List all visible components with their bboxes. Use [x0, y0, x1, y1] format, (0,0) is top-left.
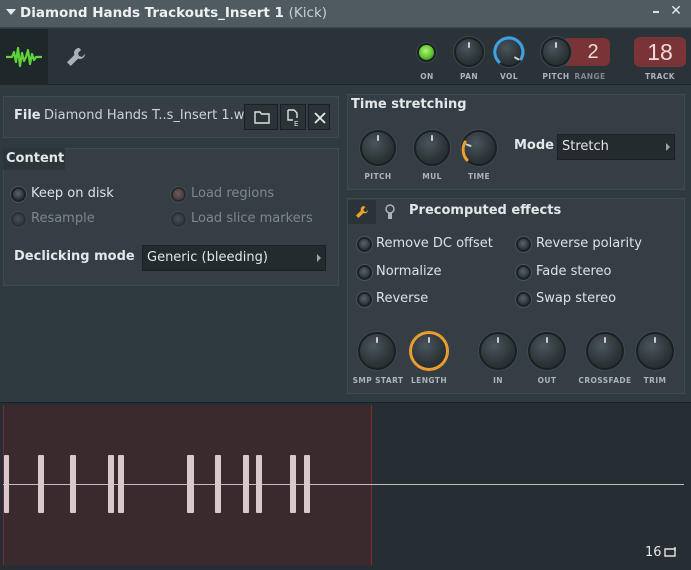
fade-stereo-radio[interactable] — [516, 265, 531, 280]
mode-dropdown[interactable]: Stretch — [557, 134, 675, 160]
crossfade-label: CROSSFADE — [578, 376, 632, 385]
pan-knob[interactable] — [454, 37, 484, 67]
smp-start-label: SMP START — [352, 376, 404, 385]
declicking-dropdown[interactable]: Generic (bleeding) — [142, 245, 326, 271]
fade-stereo-label: Fade stereo — [536, 264, 612, 279]
tools-tab[interactable] — [52, 29, 100, 85]
waveform-hit — [290, 455, 296, 513]
load-regions-radio[interactable] — [171, 187, 186, 202]
track-value[interactable]: 18 — [634, 37, 686, 67]
file-name: Diamond Hands T..s_Insert 1.wav — [44, 108, 244, 123]
vol-label: VOL — [499, 72, 519, 81]
window-title-subtitle: (Kick) — [288, 5, 328, 21]
keep-on-disk-label: Keep on disk — [31, 186, 114, 201]
content-header: Content — [6, 151, 65, 166]
out-label: OUT — [537, 376, 557, 385]
waveform-hit — [256, 455, 262, 513]
resample-label: Resample — [31, 211, 95, 226]
waveform-icon — [6, 46, 42, 68]
file-label: File — [14, 108, 41, 123]
sample-tab[interactable] — [0, 29, 48, 85]
keep-on-disk-radio[interactable] — [11, 187, 26, 202]
window-menu-arrow-icon[interactable] — [6, 9, 16, 15]
effects-tools-button[interactable] — [348, 200, 376, 224]
waveform-hit — [4, 455, 9, 513]
waveform-hit — [304, 455, 310, 513]
trim-label: TRIM — [643, 376, 667, 385]
stretch-pitch-label: PITCH — [364, 172, 392, 181]
swap-stereo-radio[interactable] — [516, 292, 531, 307]
precomputed-effects-header: Precomputed effects — [409, 203, 562, 218]
mul-knob[interactable] — [414, 130, 450, 166]
beats-count: 16 — [645, 545, 662, 560]
window-title: Diamond Hands Trackouts_Insert 1 (Kick) — [20, 5, 327, 21]
trim-knob[interactable] — [636, 332, 674, 370]
normalize-label: Normalize — [376, 264, 442, 279]
wrench-icon — [356, 206, 368, 218]
waveform-hit — [38, 455, 44, 513]
open-file-button[interactable] — [244, 104, 278, 130]
dropdown-arrow-icon — [666, 143, 670, 151]
load-slice-markers-radio[interactable] — [171, 212, 186, 227]
waveform-hit — [243, 455, 249, 513]
waveform-hit — [70, 455, 76, 513]
waveform-hit — [108, 455, 114, 513]
effects-plugin-icon[interactable] — [384, 203, 396, 221]
reverse-radio[interactable] — [357, 292, 372, 307]
browse-file-button[interactable]: E — [280, 104, 306, 130]
on-label: ON — [420, 72, 434, 81]
folder-icon — [254, 111, 270, 124]
swap-stereo-label: Swap stereo — [536, 291, 617, 306]
crossfade-knob[interactable] — [586, 332, 624, 370]
pan-label: PAN — [459, 72, 479, 81]
volume-knob[interactable] — [493, 36, 525, 67]
in-label: IN — [493, 376, 503, 385]
load-slice-markers-label: Load slice markers — [191, 211, 313, 226]
declicking-label: Declicking mode — [14, 249, 135, 264]
smp-start-knob[interactable] — [358, 332, 396, 370]
window-title-main: Diamond Hands Trackouts_Insert 1 — [20, 5, 284, 21]
pitch-label: PITCH — [542, 72, 570, 81]
remove-dc-offset-label: Remove DC offset — [376, 236, 493, 251]
pitch-knob[interactable] — [541, 37, 571, 67]
remove-dc-offset-radio[interactable] — [357, 237, 372, 252]
in-knob[interactable] — [479, 332, 517, 370]
bulb-icon — [385, 204, 395, 219]
length-knob[interactable] — [410, 332, 448, 370]
declicking-value: Generic (bleeding) — [147, 250, 268, 265]
waveform-hit — [118, 455, 124, 513]
loop-icon[interactable] — [663, 545, 679, 559]
time-label: TIME — [467, 172, 491, 181]
reverse-label: Reverse — [376, 291, 429, 306]
minimize-icon[interactable]: – — [649, 2, 663, 24]
mode-value: Stretch — [562, 139, 609, 154]
normalize-radio[interactable] — [357, 265, 372, 280]
reverse-polarity-radio[interactable] — [516, 237, 531, 252]
waveform-hit — [215, 455, 221, 513]
time-knob[interactable] — [461, 130, 497, 166]
resample-radio[interactable] — [11, 212, 26, 227]
load-regions-label: Load regions — [191, 186, 275, 201]
close-icon — [314, 112, 326, 124]
mode-label: Mode — [514, 138, 554, 153]
svg-text:E: E — [294, 120, 298, 127]
wrench-icon — [67, 48, 85, 66]
stretch-pitch-knob[interactable] — [360, 130, 396, 166]
waveform-hit — [187, 455, 194, 513]
channel-on-toggle[interactable] — [417, 43, 436, 62]
out-knob[interactable] — [528, 332, 566, 370]
file-browser-icon: E — [287, 109, 298, 127]
reverse-polarity-label: Reverse polarity — [536, 236, 642, 251]
dropdown-arrow-icon — [317, 254, 321, 262]
clear-file-button[interactable] — [308, 104, 330, 130]
time-stretching-header: Time stretching — [351, 97, 467, 112]
range-label: RANGE — [574, 72, 606, 81]
close-icon[interactable]: ✕ — [668, 3, 684, 23]
track-label: TRACK — [644, 72, 675, 81]
length-label: LENGTH — [411, 376, 447, 385]
mul-label: MUL — [422, 172, 442, 181]
waveform-baseline — [3, 484, 684, 485]
volume-arc-icon — [493, 36, 525, 64]
time-arc-icon — [461, 140, 469, 162]
